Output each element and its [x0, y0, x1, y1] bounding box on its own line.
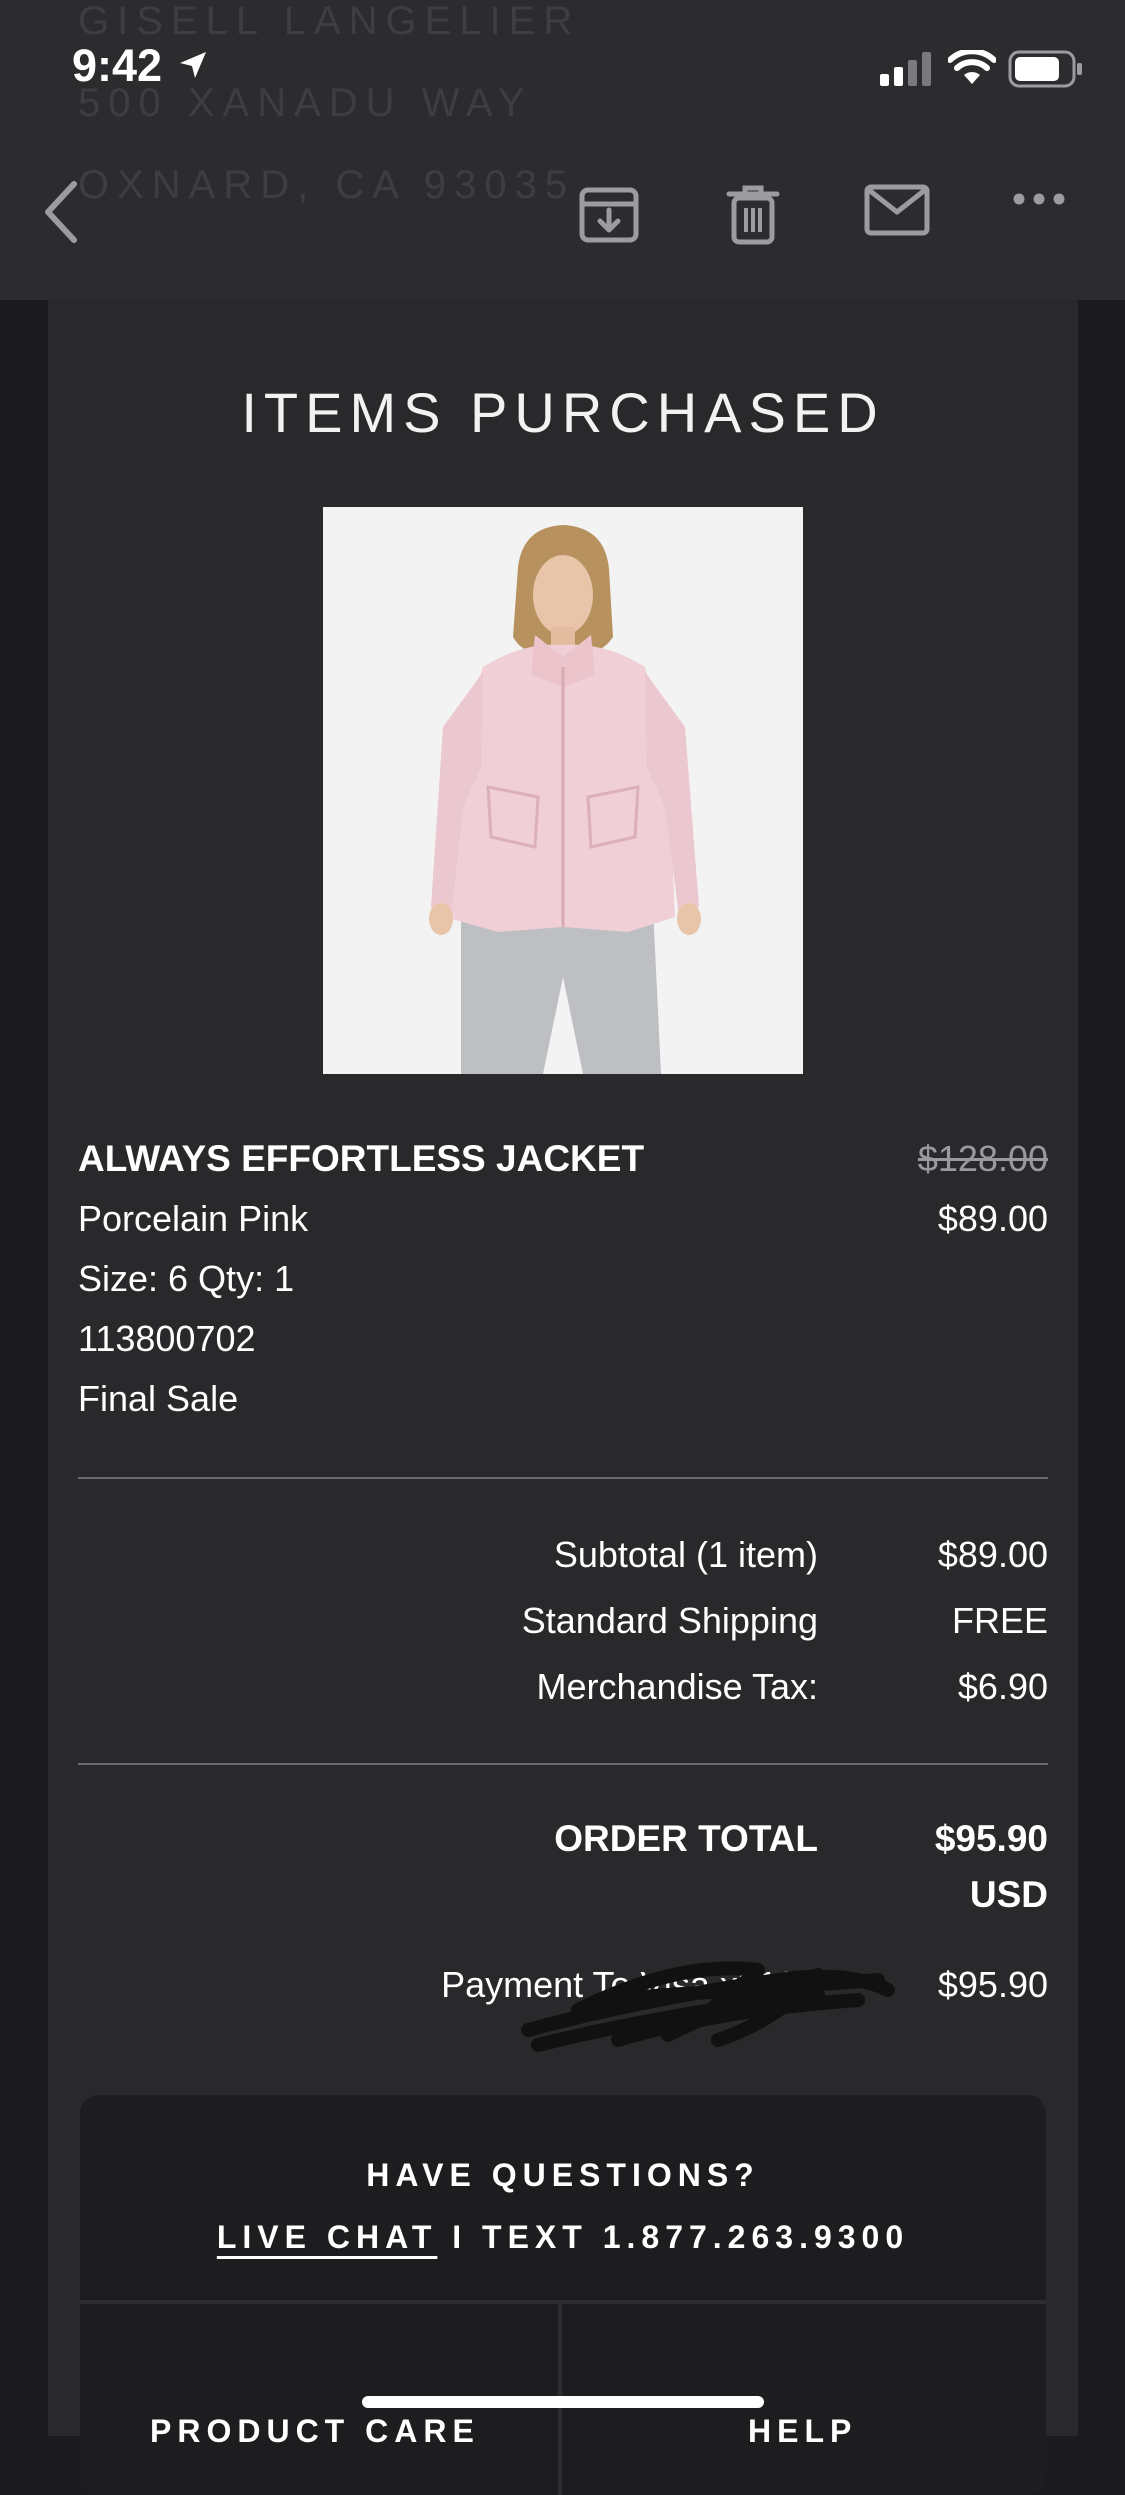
status-time: 9:42 — [72, 40, 163, 91]
product-sku: 113800702 — [78, 1318, 256, 1359]
subtotal-label: Subtotal (1 item) — [553, 1534, 818, 1575]
product-sale-note: Final Sale — [78, 1378, 239, 1419]
cellular-signal-icon — [880, 52, 931, 86]
separator: I — [452, 2219, 468, 2255]
help-link[interactable]: HELP — [748, 2413, 857, 2450]
live-chat-link[interactable]: LIVE CHAT — [217, 2219, 438, 2255]
trash-icon[interactable] — [725, 184, 781, 246]
tax-label: Merchandise Tax: — [536, 1666, 818, 1707]
archive-icon[interactable] — [578, 184, 640, 246]
help-contact-line: LIVE CHAT I TEXT 1.877.263.9300 — [80, 2219, 1046, 2256]
shipping-value: FREE — [951, 1600, 1048, 1641]
payment-value: $95.90 — [937, 1964, 1048, 2005]
location-arrow-icon — [180, 52, 206, 78]
redaction-scribble — [521, 1961, 895, 2052]
divider — [78, 1763, 1048, 1765]
help-title: HAVE QUESTIONS? — [366, 2157, 760, 2193]
sale-price: $89.00 — [937, 1198, 1048, 1239]
help-box: HAVE QUESTIONS? LIVE CHAT I TEXT 1.877.2… — [80, 2095, 1046, 2495]
address-line: OXNARD, CA 93035 — [78, 163, 576, 207]
section-title: ITEMS PURCHASED — [241, 381, 885, 444]
order-card: ITEMS PURCHASED ALWAYS EFFORTLESS JACKET… — [48, 300, 1078, 2495]
mail-icon[interactable] — [864, 184, 930, 236]
product-name[interactable]: ALWAYS EFFORTLESS JACKET — [78, 1138, 644, 1180]
tax-value: $6.90 — [957, 1666, 1048, 1707]
product-color: Porcelain Pink — [78, 1198, 309, 1239]
order-total-value: $95.90 — [934, 1818, 1048, 1859]
divider — [78, 1477, 1048, 1479]
battery-icon — [1008, 50, 1082, 88]
product-image[interactable] — [323, 507, 803, 1074]
order-total-label: ORDER TOTAL — [554, 1818, 818, 1859]
more-icon[interactable] — [1012, 184, 1066, 214]
top-bar: GISELL LANGELIER 500 XANADU WAY OXNARD, … — [0, 0, 1125, 300]
home-indicator[interactable] — [362, 2396, 764, 2408]
divider — [80, 2300, 1046, 2304]
text-phone-link[interactable]: TEXT 1.877.263.9300 — [482, 2219, 909, 2255]
product-size-qty: Size: 6 Qty: 1 — [78, 1258, 295, 1299]
jacket-model-illustration — [323, 507, 803, 1074]
background-address: GISELL LANGELIER 500 XANADU WAY OXNARD, … — [78, 0, 580, 226]
wifi-icon — [948, 50, 996, 84]
back-icon[interactable] — [40, 180, 80, 244]
original-price: $128.00 — [917, 1138, 1048, 1179]
subtotal-value: $89.00 — [937, 1534, 1048, 1575]
product-care-link[interactable]: PRODUCT CARE — [150, 2413, 480, 2450]
order-total-currency: USD — [969, 1874, 1048, 1915]
shipping-label: Standard Shipping — [521, 1600, 818, 1641]
